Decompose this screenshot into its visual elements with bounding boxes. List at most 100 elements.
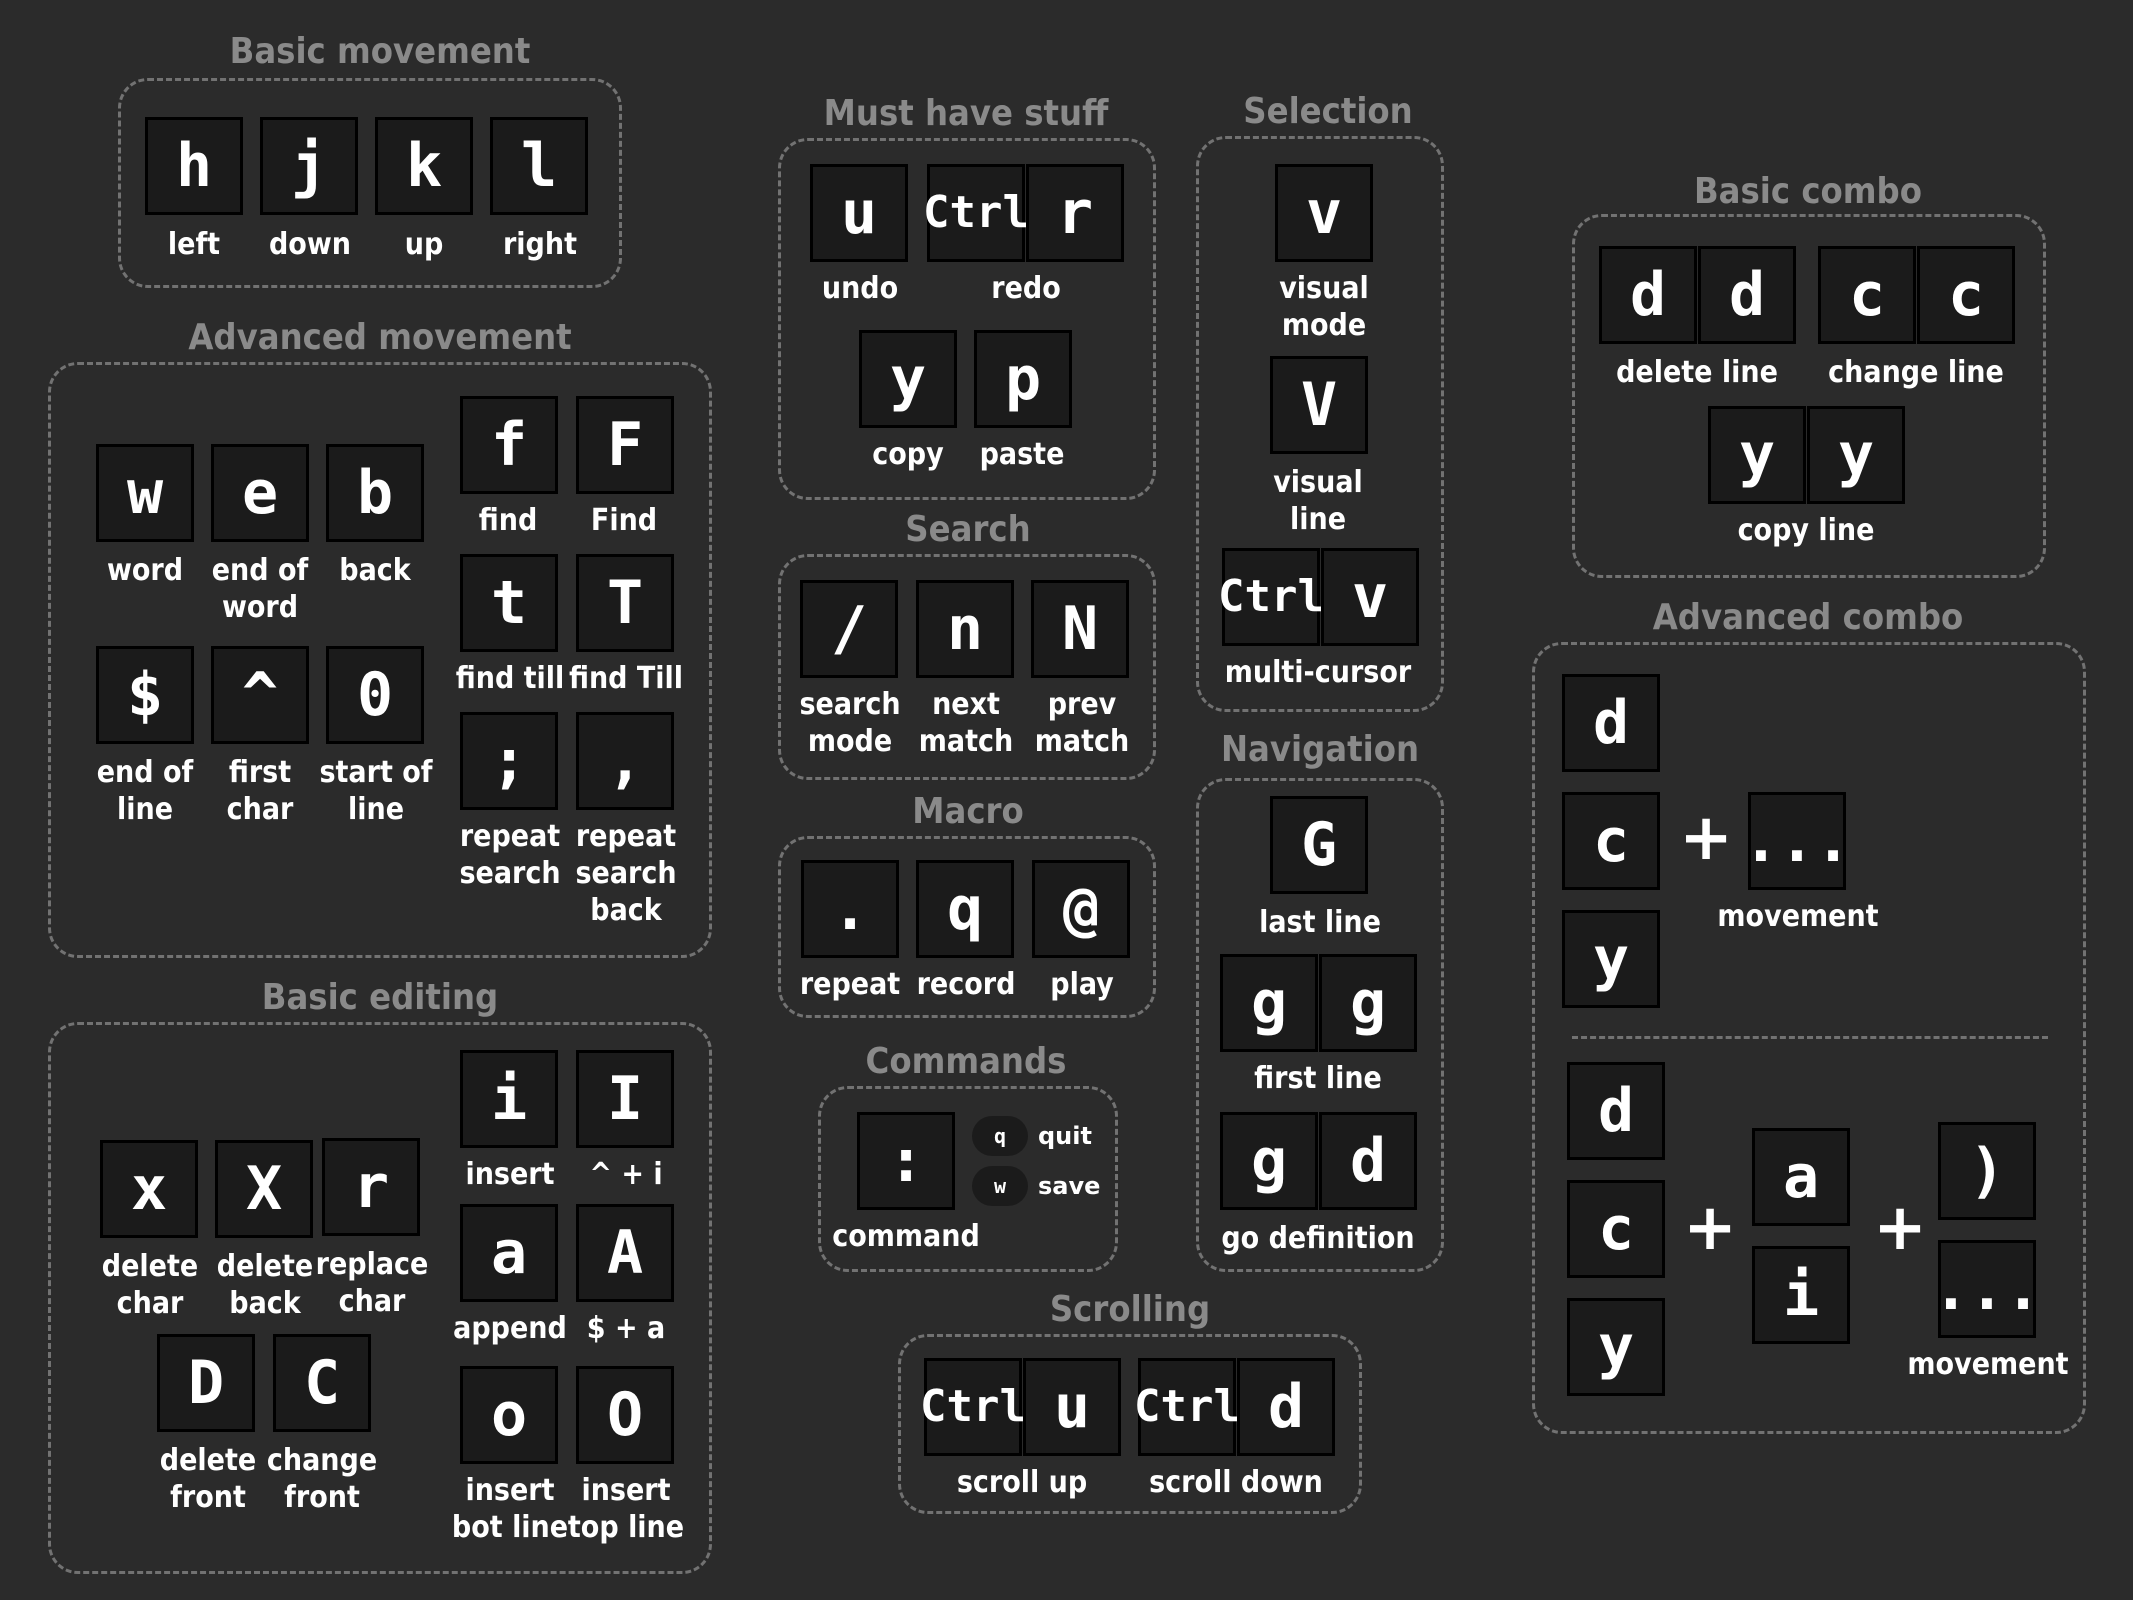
key-i-combo[interactable]: i [1752, 1246, 1850, 1344]
label-scroll-up: scroll up [956, 1465, 1088, 1500]
key-d-scroll[interactable]: d [1237, 1358, 1335, 1456]
key-q-record[interactable]: q [916, 860, 1014, 958]
label-visual-line: visual line [1273, 465, 1363, 537]
key-X[interactable]: X [215, 1140, 313, 1238]
key-j[interactable]: j [260, 117, 358, 215]
key-y-copy[interactable]: y [859, 330, 957, 428]
key-comma[interactable]: , [576, 712, 674, 810]
key-e[interactable]: e [211, 444, 309, 542]
key-colon[interactable]: : [857, 1112, 955, 1210]
key-c-change-2[interactable]: c [1917, 246, 2015, 344]
label-find-till-cap: find Till [568, 661, 684, 696]
key-r-redo[interactable]: r [1026, 164, 1124, 262]
section-title-scrolling: Scrolling [1049, 1289, 1211, 1330]
key-g-first-1[interactable]: g [1220, 954, 1318, 1052]
key-T[interactable]: T [576, 554, 674, 652]
key-ellipsis-1[interactable]: ... [1743, 792, 1851, 890]
key-f[interactable]: f [460, 396, 558, 494]
label-back: back [339, 553, 411, 588]
key-b[interactable]: b [326, 444, 424, 542]
key-u-scroll[interactable]: u [1023, 1358, 1121, 1456]
key-d-combo-2[interactable]: d [1567, 1062, 1665, 1160]
key-G[interactable]: G [1270, 796, 1368, 894]
section-title-advanced-movement: Advanced movement [188, 317, 572, 358]
label-word: word [106, 553, 184, 588]
key-c-combo[interactable]: c [1562, 792, 1660, 890]
key-c-combo-2[interactable]: c [1567, 1180, 1665, 1278]
key-u-undo[interactable]: u [810, 164, 908, 262]
key-v-multi[interactable]: v [1321, 548, 1419, 646]
label-insert: insert [465, 1157, 555, 1192]
label-find: find [478, 503, 538, 538]
plus-sign-2: + [1683, 1191, 1737, 1265]
key-caret[interactable]: ^ [211, 646, 309, 744]
key-w[interactable]: w [96, 444, 194, 542]
label-change-line: change line [1828, 355, 2004, 390]
label-save: save [1038, 1172, 1101, 1200]
label-change-front: change front [266, 1443, 378, 1515]
key-l[interactable]: l [490, 117, 588, 215]
key-a[interactable]: a [460, 1204, 558, 1302]
key-C[interactable]: C [273, 1334, 371, 1432]
key-at[interactable]: @ [1032, 860, 1130, 958]
key-p[interactable]: p [974, 330, 1072, 428]
label-insert-bot-line: insert bot line [451, 1473, 569, 1545]
key-o[interactable]: o [460, 1366, 558, 1464]
key-V[interactable]: V [1270, 356, 1368, 454]
label-delete-front: delete front [159, 1443, 257, 1515]
key-ctrl-redo[interactable]: Ctrl [923, 164, 1029, 262]
key-d-combo[interactable]: d [1562, 674, 1660, 772]
key-D[interactable]: D [157, 1334, 255, 1432]
label-start-of-line: start of line [319, 755, 433, 827]
key-ellipsis-2[interactable]: ... [1933, 1240, 2041, 1338]
key-semicolon[interactable]: ; [460, 712, 558, 810]
key-N[interactable]: N [1031, 580, 1129, 678]
label-append: append [453, 1311, 567, 1346]
key-y-combo-2[interactable]: y [1567, 1298, 1665, 1396]
label-repeat-search-back: repeat search back [575, 819, 677, 928]
label-prev-match: prev match [1034, 687, 1130, 759]
key-slash[interactable]: / [800, 580, 898, 678]
key-ctrl-multi[interactable]: Ctrl [1218, 548, 1324, 646]
label-end-of-line: end of line [96, 755, 194, 827]
key-ctrl-scroll-down[interactable]: Ctrl [1134, 1358, 1240, 1456]
key-ctrl-scroll-up[interactable]: Ctrl [920, 1358, 1026, 1456]
label-first-line: first line [1254, 1061, 1382, 1096]
key-a-combo[interactable]: a [1752, 1128, 1850, 1226]
label-record: record [916, 967, 1016, 1002]
key-r-replace[interactable]: r [322, 1138, 420, 1236]
key-dot[interactable]: . [801, 860, 899, 958]
plus-sign-3: + [1873, 1191, 1927, 1265]
key-d-def[interactable]: d [1319, 1112, 1417, 1210]
pill-q[interactable]: q [972, 1116, 1028, 1156]
key-k[interactable]: k [375, 117, 473, 215]
label-quit: quit [1038, 1122, 1092, 1150]
label-next-match: next match [918, 687, 1014, 759]
key-O[interactable]: O [576, 1366, 674, 1464]
label-copy: copy [872, 437, 944, 472]
key-y-combo[interactable]: y [1562, 910, 1660, 1008]
key-d-delete-1[interactable]: d [1599, 246, 1697, 344]
key-y-line-2[interactable]: y [1807, 406, 1905, 504]
key-y-line-1[interactable]: y [1708, 406, 1806, 504]
key-zero[interactable]: 0 [326, 646, 424, 744]
key-i[interactable]: i [460, 1050, 558, 1148]
key-dollar[interactable]: $ [96, 646, 194, 744]
key-n[interactable]: n [916, 580, 1014, 678]
pill-w[interactable]: w [972, 1166, 1028, 1206]
key-g-def[interactable]: g [1220, 1112, 1318, 1210]
key-I[interactable]: I [576, 1050, 674, 1148]
key-g-first-2[interactable]: g [1319, 954, 1417, 1052]
key-c-change-1[interactable]: c [1818, 246, 1916, 344]
key-h[interactable]: h [145, 117, 243, 215]
key-paren[interactable]: ) [1938, 1122, 2036, 1220]
key-t[interactable]: t [460, 554, 558, 652]
key-x[interactable]: x [100, 1140, 198, 1238]
key-F[interactable]: F [576, 396, 674, 494]
section-title-basic-combo: Basic combo [1693, 171, 1923, 212]
key-A[interactable]: A [576, 1204, 674, 1302]
label-find-till: find till [455, 661, 565, 696]
label-left: left [167, 227, 221, 262]
key-v-visual[interactable]: v [1275, 164, 1373, 262]
key-d-delete-2[interactable]: d [1698, 246, 1796, 344]
